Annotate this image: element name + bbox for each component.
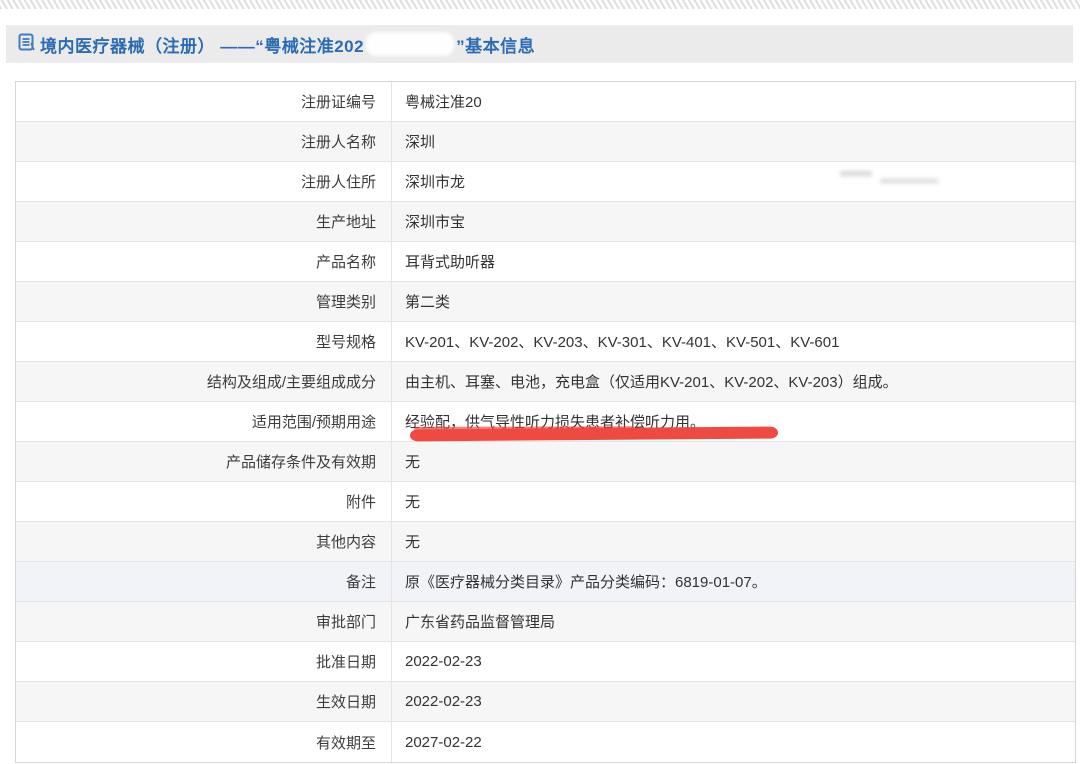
row-label: 有效期至 xyxy=(316,732,376,753)
row-value-cell: 2022-02-23 xyxy=(392,682,1075,721)
row-value-cell: KV-201、KV-202、KV-203、KV-301、KV-401、KV-50… xyxy=(392,322,1075,361)
row-label-cell: 产品储存条件及有效期 xyxy=(16,442,392,481)
row-value-cell: 粤械注准20 xyxy=(392,82,1075,121)
row-value-cell: 第二类 xyxy=(392,282,1075,321)
row-label: 批准日期 xyxy=(316,651,376,672)
row-label: 备注 xyxy=(346,571,376,592)
row-value: 广东省药品监督管理局 xyxy=(405,611,555,632)
row-value: 深圳市龙 xyxy=(405,171,465,192)
row-value-cell: 广东省药品监督管理局 xyxy=(392,602,1075,641)
erasure-ghost-mark xyxy=(840,171,872,176)
row-label: 生效日期 xyxy=(316,691,376,712)
row-value-cell: 无 xyxy=(392,482,1075,521)
row-label-cell: 备注 xyxy=(16,562,392,601)
row-label-cell: 型号规格 xyxy=(16,322,392,361)
row-value: 第二类 xyxy=(405,291,450,312)
row-value-cell: 深圳市龙 xyxy=(392,162,1075,201)
table-row: 注册人名称 深圳 xyxy=(16,122,1075,162)
row-value: 2022-02-23 xyxy=(405,653,482,670)
row-value-cell: 2027-02-22 xyxy=(392,722,1075,762)
row-value-cell: 耳背式助听器 xyxy=(392,242,1075,281)
row-label: 其他内容 xyxy=(316,531,376,552)
row-label: 审批部门 xyxy=(316,611,376,632)
row-label-cell: 产品名称 xyxy=(16,242,392,281)
info-table: 注册证编号 粤械注准20 注册人名称 深圳 注册人住所 深圳市龙 生产地址 深圳… xyxy=(15,81,1076,763)
row-value: 粤械注准20 xyxy=(405,91,482,112)
document-icon xyxy=(18,33,35,57)
section-header: 境内医疗器械（注册） ——“粤械注准202 ”基本信息 xyxy=(6,25,1073,63)
row-label-cell: 生效日期 xyxy=(16,682,392,721)
row-value-cell: 2022-02-23 xyxy=(392,642,1075,681)
row-label-cell: 审批部门 xyxy=(16,602,392,641)
row-value: 无 xyxy=(405,451,420,472)
row-value: 原《医疗器械分类目录》产品分类编码：6819-01-07。 xyxy=(405,571,767,592)
row-label: 型号规格 xyxy=(316,331,376,352)
table-row: 附件 无 xyxy=(16,482,1075,522)
table-row: 有效期至 2027-02-22 xyxy=(16,722,1075,762)
page-title-suffix: ”基本信息 xyxy=(456,32,535,57)
row-label: 注册人住所 xyxy=(301,171,376,192)
row-label: 生产地址 xyxy=(316,211,376,232)
row-label-cell: 注册人名称 xyxy=(16,122,392,161)
row-label-cell: 注册人住所 xyxy=(16,162,392,201)
row-label-cell: 注册证编号 xyxy=(16,82,392,121)
row-value: 2027-02-22 xyxy=(405,734,482,751)
row-value: 无 xyxy=(405,531,420,552)
row-label: 附件 xyxy=(346,491,376,512)
row-label-cell: 结构及组成/主要组成成分 xyxy=(16,362,392,401)
page-title: 境内医疗器械（注册） ——“粤械注准202 ”基本信息 xyxy=(40,32,535,57)
row-label: 注册证编号 xyxy=(301,91,376,112)
table-row: 批准日期 2022-02-23 xyxy=(16,642,1075,682)
table-row: 注册证编号 粤械注准20 xyxy=(16,82,1075,122)
row-label: 管理类别 xyxy=(316,291,376,312)
row-value: 2022-02-23 xyxy=(405,693,482,710)
row-value-cell: 经验配，供气导性听力损失患者补偿听力用。 xyxy=(392,402,1075,441)
page-title-prefix: 境内医疗器械（注册） ——“粤械注准202 xyxy=(40,32,364,57)
row-label: 适用范围/预期用途 xyxy=(252,411,376,432)
row-label-cell: 适用范围/预期用途 xyxy=(16,402,392,441)
row-label-cell: 批准日期 xyxy=(16,642,392,681)
row-label-cell: 生产地址 xyxy=(16,202,392,241)
top-stripes-decoration xyxy=(0,0,1080,9)
row-value: 深圳市宝 xyxy=(405,211,465,232)
row-label: 注册人名称 xyxy=(301,131,376,152)
table-row: 审批部门 广东省药品监督管理局 xyxy=(16,602,1075,642)
row-value-cell: 深圳市宝 xyxy=(392,202,1075,241)
row-label: 结构及组成/主要组成成分 xyxy=(207,371,376,392)
row-value-cell: 原《医疗器械分类目录》产品分类编码：6819-01-07。 xyxy=(392,562,1075,601)
table-row: 型号规格 KV-201、KV-202、KV-203、KV-301、KV-401、… xyxy=(16,322,1075,362)
erasure-ghost-mark xyxy=(880,179,938,183)
table-row: 产品名称 耳背式助听器 xyxy=(16,242,1075,282)
row-value: 耳背式助听器 xyxy=(405,251,495,272)
row-label-cell: 管理类别 xyxy=(16,282,392,321)
redaction-patch xyxy=(366,32,454,56)
table-row: 适用范围/预期用途 经验配，供气导性听力损失患者补偿听力用。 xyxy=(16,402,1075,442)
table-row: 其他内容 无 xyxy=(16,522,1075,562)
row-value: KV-201、KV-202、KV-203、KV-301、KV-401、KV-50… xyxy=(405,331,839,352)
table-row: 管理类别 第二类 xyxy=(16,282,1075,322)
row-label-cell: 附件 xyxy=(16,482,392,521)
table-row: 结构及组成/主要组成成分 由主机、耳塞、电池，充电盒（仅适用KV-201、KV-… xyxy=(16,362,1075,402)
row-value: 深圳 xyxy=(405,131,435,152)
red-underline-marker xyxy=(410,427,778,442)
table-row: 生效日期 2022-02-23 xyxy=(16,682,1075,722)
row-label: 产品储存条件及有效期 xyxy=(226,451,376,472)
table-row: 注册人住所 深圳市龙 xyxy=(16,162,1075,202)
table-row: 生产地址 深圳市宝 xyxy=(16,202,1075,242)
row-value-cell: 深圳 xyxy=(392,122,1075,161)
row-value: 无 xyxy=(405,491,420,512)
table-row: 产品储存条件及有效期 无 xyxy=(16,442,1075,482)
row-label-cell: 有效期至 xyxy=(16,722,392,762)
row-value: 由主机、耳塞、电池，充电盒（仅适用KV-201、KV-202、KV-203）组成… xyxy=(405,371,898,392)
row-label-cell: 其他内容 xyxy=(16,522,392,561)
row-value-cell: 无 xyxy=(392,442,1075,481)
row-label: 产品名称 xyxy=(316,251,376,272)
table-row: 备注 原《医疗器械分类目录》产品分类编码：6819-01-07。 xyxy=(16,562,1075,602)
row-value-cell: 由主机、耳塞、电池，充电盒（仅适用KV-201、KV-202、KV-203）组成… xyxy=(392,362,1075,401)
row-value-cell: 无 xyxy=(392,522,1075,561)
